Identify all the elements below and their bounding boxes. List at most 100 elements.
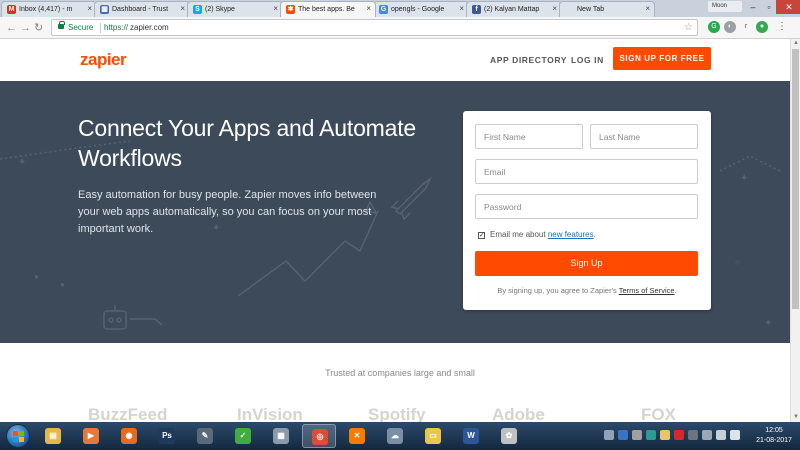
taskbar-app-button[interactable]: ✓ [226, 424, 260, 448]
profile-name: Moon [712, 3, 728, 9]
extension-icon[interactable]: ◐ [724, 21, 736, 33]
reload-icon[interactable]: ↻ [34, 20, 43, 36]
sign-up-for-free-button[interactable]: SIGN UP FOR FREE [613, 47, 711, 70]
network-status-icon[interactable] [716, 430, 726, 440]
tab-close-icon[interactable]: × [552, 4, 557, 14]
scroll-thumb[interactable] [792, 49, 799, 309]
tab-title: New Tab [577, 6, 605, 13]
tray-app-icon[interactable] [702, 430, 712, 440]
browser-tab[interactable]: ▦ Dashboard - Trust × [94, 1, 190, 17]
clock-date: 21-08-2017 [756, 437, 792, 444]
terms-notice: By signing up, you agree to Zapier's Ter… [463, 286, 711, 295]
chrome-icon: ◎ [312, 429, 328, 445]
forward-icon[interactable]: → [20, 20, 31, 36]
zapier-logo[interactable]: zapier [80, 50, 127, 70]
tab-close-icon[interactable]: × [87, 4, 92, 14]
scroll-up-icon[interactable]: ▲ [792, 39, 800, 47]
green-app-icon: ✓ [235, 428, 251, 444]
trusted-heading: Trusted at companies large and small [325, 368, 475, 378]
close-window-button[interactable]: ✕ [776, 0, 800, 14]
tab-close-icon[interactable]: × [180, 4, 185, 14]
tab-close-icon[interactable]: × [459, 4, 464, 14]
grammarly-extension-icon[interactable]: G [708, 21, 720, 33]
robot-icon [103, 310, 127, 330]
windows-taskbar: ▤ ▶ ◉ Ps ✎ ✓ ▦ ◎ ✕ ☁ ▭ W ✿ 12:05 21-08-2017 [0, 422, 800, 450]
tab-favicon-icon: M [7, 5, 16, 14]
star-decoration: ✦ [18, 157, 26, 168]
first-name-input[interactable] [475, 124, 583, 149]
email-opt-in-checkbox[interactable]: ✓ [478, 232, 485, 239]
company-logo-adobe: Adobe [492, 405, 545, 422]
taskbar-app-button[interactable]: ▦ [264, 424, 298, 448]
browser-tab[interactable]: New Tab × [559, 1, 655, 17]
rocket-fins [390, 200, 411, 221]
company-logo-spotify: Spotify [368, 405, 426, 422]
hero-circuit-line [130, 318, 163, 326]
rocket-icon [394, 176, 432, 215]
email-input[interactable] [475, 159, 698, 184]
dot-decoration: ○ [735, 258, 740, 267]
taskbar-app-button[interactable]: ☁ [378, 424, 412, 448]
taskbar-app-button[interactable]: ▭ [416, 424, 450, 448]
reader-extension-icon[interactable]: r [740, 21, 752, 33]
secure-label: Secure [68, 23, 94, 32]
bookmark-star-icon[interactable]: ☆ [684, 20, 693, 35]
tab-favicon-icon: G [379, 5, 388, 14]
address-bar[interactable]: Secure https:// zapier.com ☆ [51, 19, 698, 36]
taskbar-app-button[interactable]: ▶ [74, 424, 108, 448]
hero-headline: Connect Your Apps and Automate Workflows [78, 115, 416, 171]
app-directory-link[interactable]: APP DIRECTORY [490, 55, 567, 65]
opt-in-prefix: Email me about [490, 230, 548, 239]
tab-close-icon[interactable]: × [366, 4, 371, 14]
terms-suffix: . [674, 286, 677, 295]
green-extension-icon[interactable]: ● [756, 21, 768, 33]
profile-chip[interactable]: Moon [708, 1, 742, 12]
terms-of-service-link[interactable]: Terms of Service [619, 286, 675, 295]
tray-app-icon[interactable] [660, 430, 670, 440]
taskbar-app-button[interactable]: ▤ [36, 424, 70, 448]
taskbar-app-button[interactable]: W [454, 424, 488, 448]
browser-tab[interactable]: S (2) Skype × [187, 1, 283, 17]
page-scrollbar[interactable]: ▲ ▼ [790, 39, 800, 422]
paint-icon: ✿ [501, 428, 517, 444]
scroll-down-icon[interactable]: ▼ [792, 413, 800, 421]
taskbar-app-button[interactable]: ◎ [302, 424, 336, 448]
taskbar-app-button[interactable]: ◉ [112, 424, 146, 448]
windows-logo-icon [13, 431, 24, 442]
taskbar-app-button[interactable]: ✎ [188, 424, 222, 448]
url-host: zapier.com [130, 23, 169, 32]
tray-app-icon[interactable] [604, 430, 614, 440]
opt-in-suffix: . [593, 230, 596, 239]
chrome-menu-icon[interactable]: ⋮ [776, 21, 788, 33]
tab-close-icon[interactable]: × [645, 4, 650, 14]
sign-up-button[interactable]: Sign Up [475, 251, 698, 276]
system-tray [596, 422, 746, 450]
tray-app-icon[interactable] [688, 430, 698, 440]
tray-app-icon[interactable] [632, 430, 642, 440]
company-logo-buzzfeed: BuzzFeed [88, 405, 168, 422]
back-icon[interactable]: ← [6, 20, 17, 36]
hero-section: ✦ ✦ ✦ ✦ ● ● ○ Connect Your Apps and Auto… [0, 81, 800, 343]
taskbar-clock[interactable]: 12:05 21-08-2017 [752, 426, 796, 446]
taskbar-app-button[interactable]: ✕ [340, 424, 374, 448]
bluetooth-icon[interactable] [618, 430, 628, 440]
last-name-input[interactable] [590, 124, 698, 149]
tab-favicon-icon [565, 5, 574, 14]
password-input[interactable] [475, 194, 698, 219]
browser-tab[interactable]: f (2) Kalyan Mattap × [466, 1, 562, 17]
browser-tab[interactable]: ✱ The best apps. Be × [280, 1, 376, 17]
taskbar-app-button[interactable]: Ps [150, 424, 184, 448]
taskbar-app-button[interactable]: ✿ [492, 424, 526, 448]
company-logo-fox: FOX [641, 405, 676, 422]
tab-title: (2) Kalyan Mattap [484, 6, 540, 13]
tab-close-icon[interactable]: × [273, 4, 278, 14]
start-button[interactable] [6, 424, 30, 448]
quickheal-icon[interactable] [674, 430, 684, 440]
photoshop-icon: Ps [159, 428, 175, 444]
volume-icon[interactable] [730, 430, 740, 440]
browser-tab[interactable]: Gopengls - Google × [373, 1, 469, 17]
tray-app-icon[interactable] [646, 430, 656, 440]
new-features-link[interactable]: new features [548, 230, 594, 239]
log-in-link[interactable]: LOG IN [571, 55, 604, 65]
browser-tab[interactable]: M Inbox (4,417) - m × [1, 1, 97, 17]
